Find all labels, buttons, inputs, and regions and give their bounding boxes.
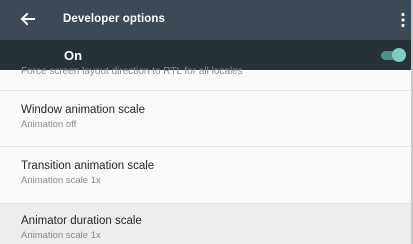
page-title: Developer options	[63, 13, 166, 25]
list-item-title: Window animation scale	[21, 104, 146, 116]
master-switch-label: On	[64, 48, 83, 63]
switch-thumb	[392, 48, 406, 62]
list-item-transition-animation-scale[interactable]: Transition animation scale Animation sca…	[21, 160, 154, 186]
list-item-summary: Animation scale 1x	[21, 175, 101, 186]
partial-item-summary: Force screen layout direction to RTL for…	[21, 66, 243, 77]
arrow-back-icon[interactable]	[19, 10, 37, 28]
list-item-summary: Animation scale 1x	[21, 230, 101, 241]
list-item-summary: Animation off	[21, 119, 77, 130]
divider	[0, 146, 411, 147]
list-item-window-animation-scale[interactable]: Window animation scale Animation off	[21, 104, 145, 130]
master-toggle-switch[interactable]	[379, 45, 409, 65]
app-bar: Developer options	[0, 0, 411, 40]
more-vert-icon[interactable]	[400, 12, 406, 28]
list-item-title: Transition animation scale	[21, 160, 155, 172]
screen: Developer options On Force screen layout…	[0, 0, 411, 244]
list-item-animator-duration-scale[interactable]: Animator duration scale Animation scale …	[21, 215, 142, 241]
divider	[0, 90, 411, 91]
list-item-title: Animator duration scale	[21, 215, 142, 227]
